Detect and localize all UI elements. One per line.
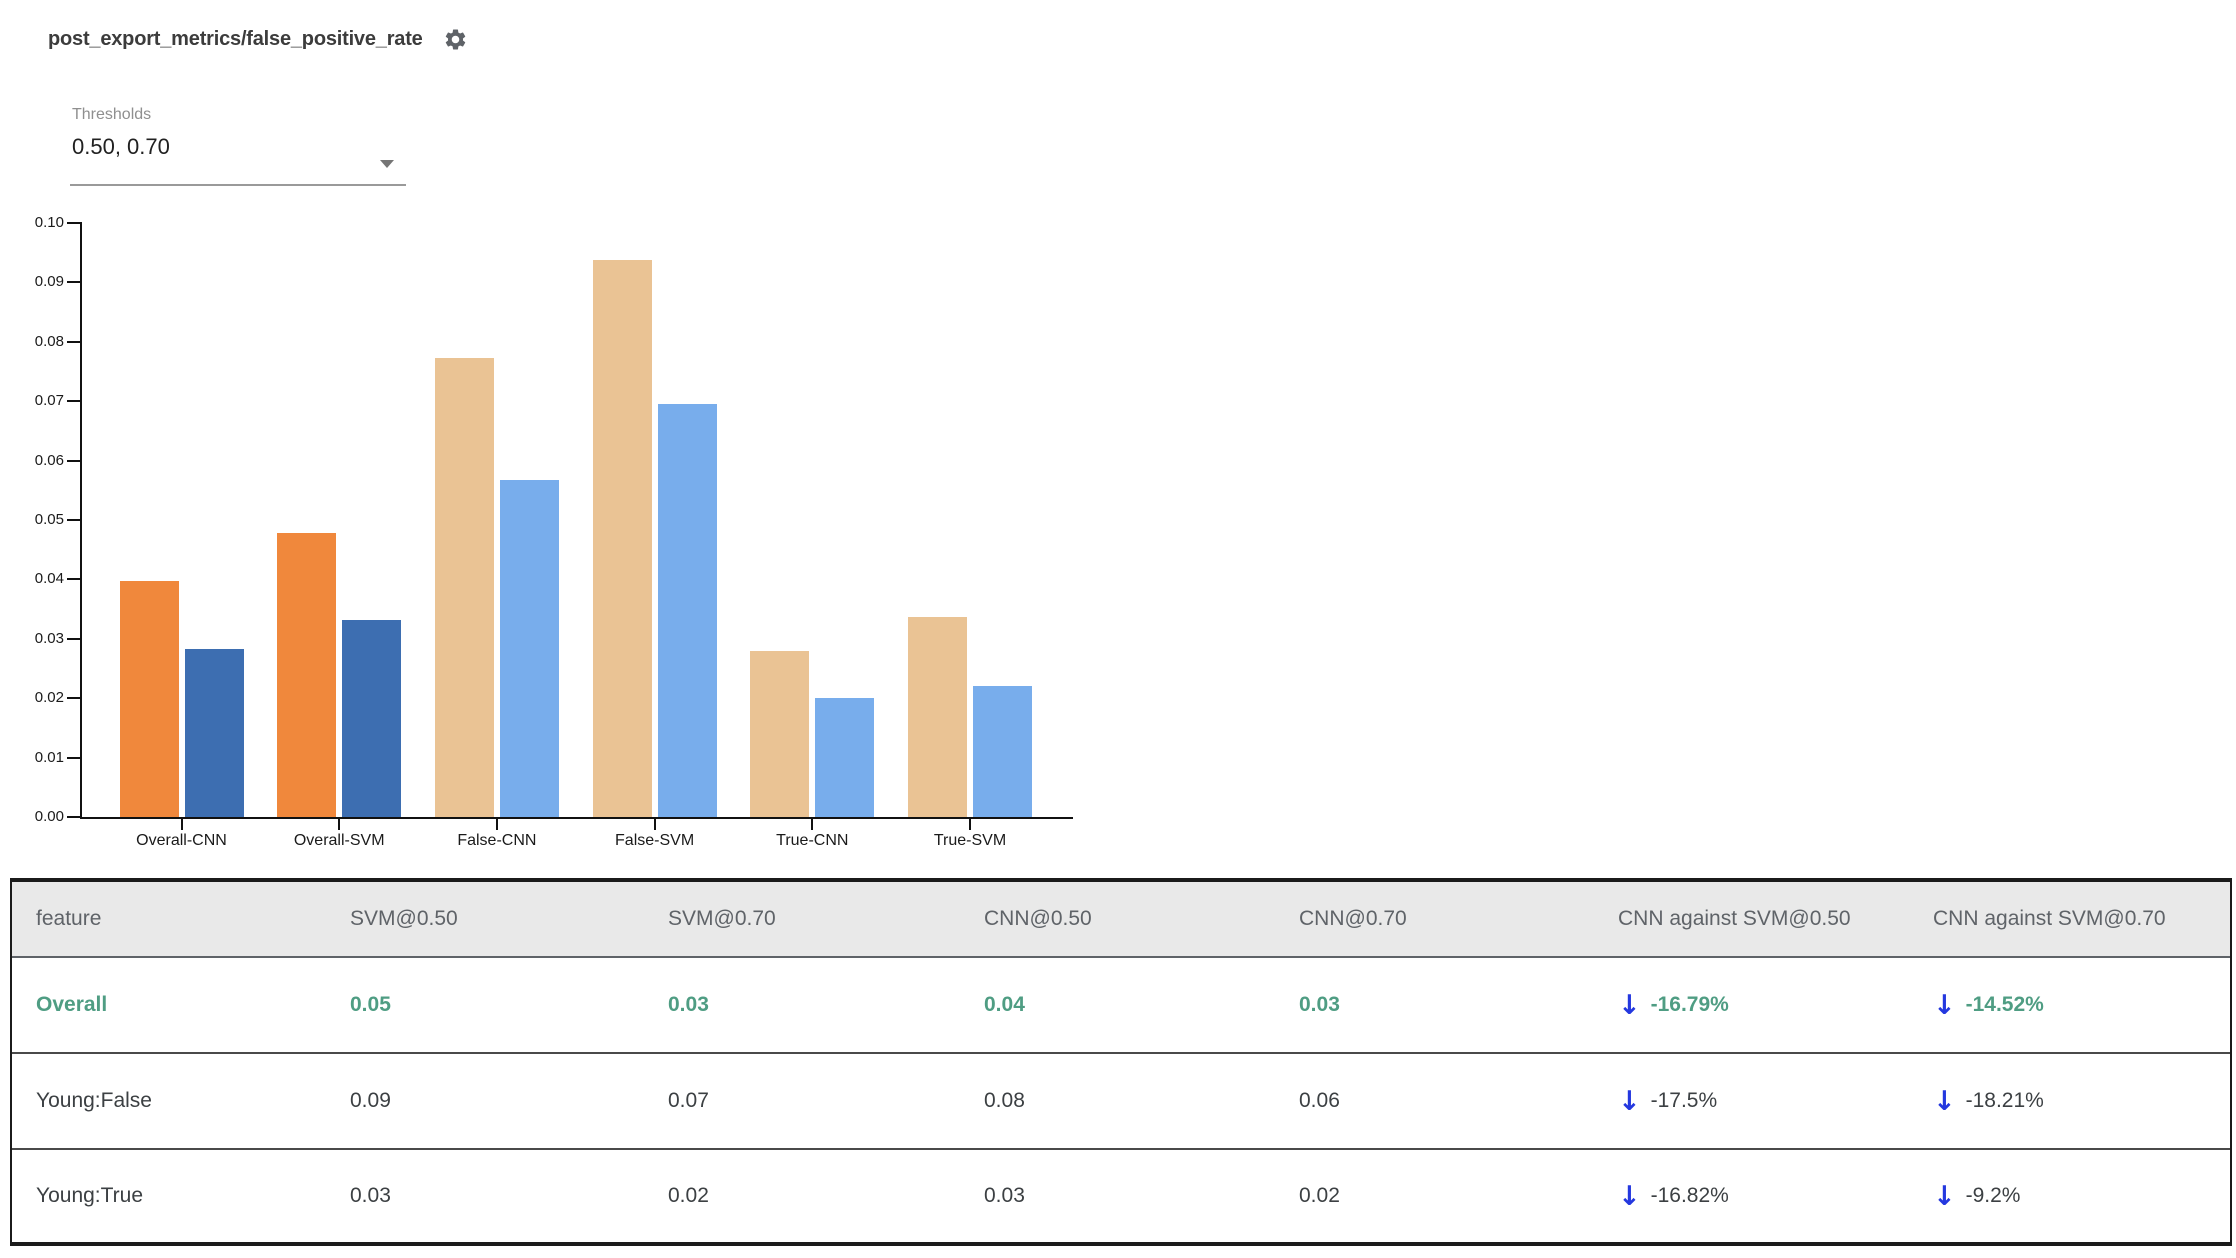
table-header-cell: CNN against SVM@0.50 xyxy=(1618,907,1851,930)
bar-Overall-CNN-threshold-0.70[interactable] xyxy=(184,649,244,817)
value-cell: 0.03 xyxy=(668,993,709,1016)
y-tick-label: 0.09 xyxy=(34,273,64,291)
x-tick-label: Overall-CNN xyxy=(136,832,227,849)
delta-value: -18.21% xyxy=(1965,1089,2044,1112)
x-axis-tick xyxy=(180,819,183,830)
y-tick-label: 0.04 xyxy=(34,570,64,588)
bar-False-SVM-threshold-0.50[interactable] xyxy=(592,260,652,817)
delta-value: -14.52% xyxy=(1965,993,2044,1016)
bar-False-CNN-threshold-0.50[interactable] xyxy=(434,358,494,817)
feature-cell: Young:True xyxy=(36,1184,144,1207)
y-tick-label: 0.10 xyxy=(34,214,64,231)
y-tick-label: 0.02 xyxy=(34,689,64,707)
value-cell: 0.09 xyxy=(350,1089,391,1112)
table-header-cell: SVM@0.50 xyxy=(350,907,458,930)
value-cell: 0.03 xyxy=(350,1184,391,1207)
delta-cell: ↓ -14.52% xyxy=(1933,958,2230,1052)
y-axis-tick xyxy=(67,578,80,581)
arrow-down-icon: ↓ xyxy=(1618,1085,1641,1117)
x-axis xyxy=(80,817,1073,819)
table-header-row: feature SVM@0.50 SVM@0.70 CNN@0.50 CNN@0.70 C… xyxy=(12,882,2230,958)
bar-True-CNN-threshold-0.50[interactable] xyxy=(750,651,810,817)
y-axis-tick xyxy=(67,400,80,403)
y-axis-tick xyxy=(67,222,80,224)
value-cell: 0.08 xyxy=(984,1089,1025,1112)
arrow-down-icon: ↓ xyxy=(1933,1085,1956,1117)
metrics-table: feature SVM@0.50 SVM@0.70 CNN@0.50 CNN@0.70 C… xyxy=(10,878,2232,1246)
table-header-cell: feature xyxy=(36,907,102,930)
table-header-cell: CNN@0.70 xyxy=(1299,907,1407,930)
table-header-cell: CNN@0.50 xyxy=(984,907,1092,930)
bar-True-SVM-threshold-0.70[interactable] xyxy=(973,686,1032,817)
delta-cell: ↓ -16.82% xyxy=(1618,1150,1933,1242)
y-axis-tick xyxy=(67,756,80,759)
y-axis-tick xyxy=(67,281,80,284)
y-axis-tick xyxy=(67,637,80,640)
x-axis-tick xyxy=(969,819,971,830)
x-tick-label: True-SVM xyxy=(933,832,1007,849)
bar-True-CNN-threshold-0.70[interactable] xyxy=(815,698,875,817)
y-tick-label: 0.06 xyxy=(34,451,64,469)
arrow-down-icon: ↓ xyxy=(1618,1180,1641,1212)
y-axis-tick xyxy=(67,816,80,818)
value-cell: 0.05 xyxy=(350,993,391,1016)
bar-Overall-SVM-threshold-0.70[interactable] xyxy=(342,620,402,817)
x-tick-label: True-CNN xyxy=(776,832,849,849)
table-row-young-true: Young:True 0.03 0.02 0.03 0.02 ↓ -16.82% ↓ -9.2% xyxy=(12,1148,2230,1242)
delta-value: -17.5% xyxy=(1650,1089,1718,1112)
value-cell: 0.06 xyxy=(1299,1089,1340,1112)
delta-value: -9.2% xyxy=(1965,1184,2021,1207)
x-axis-tick xyxy=(495,819,498,830)
y-axis xyxy=(80,222,82,819)
value-cell: 0.07 xyxy=(668,1089,709,1112)
bar-False-SVM-threshold-0.70[interactable] xyxy=(657,404,717,817)
y-axis-tick xyxy=(67,459,80,462)
delta-cell: ↓ -16.79% xyxy=(1618,958,1933,1052)
y-tick-label: 0.00 xyxy=(34,808,64,825)
delta-cell: ↓ -9.2% xyxy=(1933,1150,2230,1242)
x-axis-tick xyxy=(811,819,814,830)
false-positive-rate-bar-chart: 0.00 0.01 0.02 0.03 0.04 0.05 0.06 0.07 0.08 0.09… xyxy=(0,0,1100,880)
bar-Overall-CNN-threshold-0.50[interactable] xyxy=(119,581,179,817)
x-axis-tick xyxy=(338,819,341,830)
table-row-overall: Overall 0.05 0.03 0.04 0.03 ↓ -16.79% ↓ -14.52% xyxy=(12,958,2230,1052)
metric-panel: post_export_metrics/false_positive_rate … xyxy=(0,0,2236,1258)
delta-cell: ↓ -18.21% xyxy=(1933,1054,2230,1148)
arrow-down-icon: ↓ xyxy=(1933,989,1956,1021)
y-tick-label: 0.05 xyxy=(34,511,64,528)
feature-cell: Overall xyxy=(36,993,108,1016)
x-tick-label: Overall-SVM xyxy=(293,832,385,849)
value-cell: 0.02 xyxy=(1299,1184,1340,1207)
value-cell: 0.03 xyxy=(984,1184,1025,1207)
bar-Overall-SVM-threshold-0.50[interactable] xyxy=(277,533,337,817)
y-tick-label: 0.03 xyxy=(34,629,64,647)
arrow-down-icon: ↓ xyxy=(1933,1180,1956,1212)
value-cell: 0.03 xyxy=(1299,993,1340,1016)
bar-False-CNN-threshold-0.70[interactable] xyxy=(499,480,559,817)
x-axis-tick xyxy=(653,819,656,830)
value-cell: 0.04 xyxy=(984,993,1025,1016)
delta-value: -16.82% xyxy=(1650,1184,1729,1207)
table-row-young-false: Young:False 0.09 0.07 0.08 0.06 ↓ -17.5% ↓ -18.2… xyxy=(12,1052,2230,1148)
x-tick-label: False-SVM xyxy=(615,832,695,849)
y-axis-tick xyxy=(67,340,80,343)
y-axis-tick xyxy=(67,519,80,521)
arrow-down-icon: ↓ xyxy=(1618,989,1641,1021)
x-tick-label: False-CNN xyxy=(457,832,537,849)
value-cell: 0.02 xyxy=(668,1184,709,1207)
feature-cell: Young:False xyxy=(36,1089,152,1112)
bar-True-SVM-threshold-0.50[interactable] xyxy=(908,617,967,817)
delta-value: -16.79% xyxy=(1650,993,1729,1016)
delta-cell: ↓ -17.5% xyxy=(1618,1054,1933,1148)
y-axis-tick xyxy=(67,697,80,700)
y-tick-label: 0.08 xyxy=(34,332,64,350)
table-header-cell: SVM@0.70 xyxy=(668,907,776,930)
y-tick-label: 0.07 xyxy=(34,392,64,410)
y-tick-label: 0.01 xyxy=(34,748,64,766)
table-header-cell: CNN against SVM@0.70 xyxy=(1933,907,2166,930)
